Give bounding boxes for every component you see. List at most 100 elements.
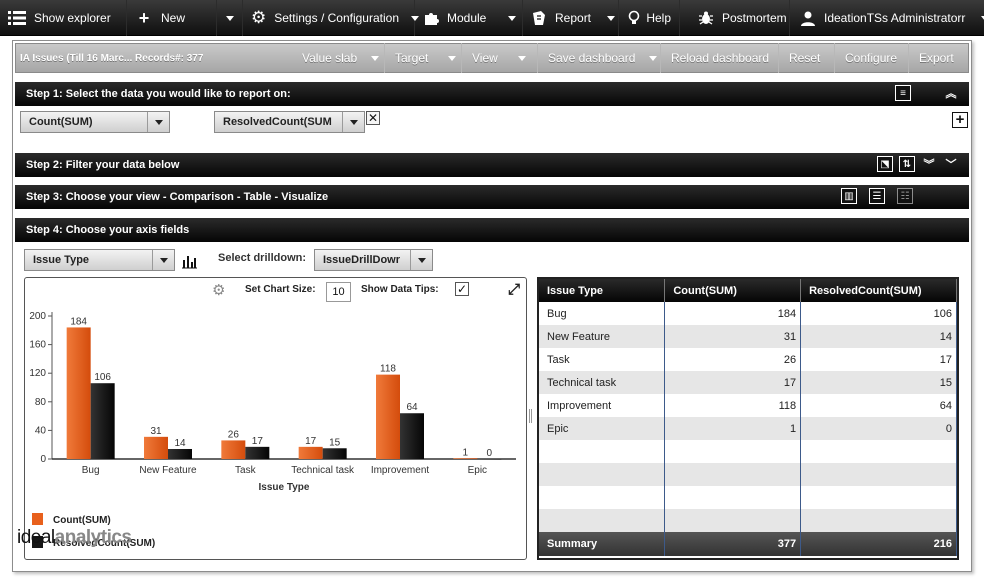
measure-select-count[interactable]: Count(SUM) bbox=[20, 111, 170, 133]
chevron-down-icon bbox=[649, 55, 658, 61]
table-row[interactable] bbox=[539, 486, 957, 509]
reset-button[interactable]: Reset bbox=[778, 43, 834, 73]
step1-bar[interactable]: Step 1: Select the data you would like t… bbox=[15, 82, 969, 106]
expand-down-icon[interactable]: ︾ bbox=[921, 156, 937, 172]
data-label: 0 bbox=[487, 448, 493, 459]
settings-menu[interactable]: ⚙ Settings / Configuration bbox=[243, 0, 419, 36]
value-slab-button[interactable]: Value slab bbox=[292, 43, 384, 73]
drilldown-select[interactable]: IssueDrillDowr bbox=[314, 249, 433, 271]
new-menu[interactable]: + New bbox=[127, 0, 217, 36]
step2-icons: ⬔ ⇅ ︾ ﹀ bbox=[877, 156, 959, 172]
axis-field-select[interactable]: Issue Type bbox=[24, 249, 175, 271]
table-row[interactable] bbox=[539, 509, 957, 532]
drilldown-value: IssueDrillDowr bbox=[323, 254, 401, 266]
step1-title: Step 1: Select the data you would like t… bbox=[26, 88, 291, 100]
chevron-down-icon bbox=[147, 112, 169, 132]
lightbulb-icon bbox=[627, 9, 640, 27]
y-tick-label: 200 bbox=[29, 311, 46, 322]
table-summary-row: Summary 377 216 bbox=[539, 532, 957, 556]
cell-resolved: 14 bbox=[800, 325, 957, 348]
remove-measure-icon[interactable]: ✕ bbox=[366, 111, 380, 125]
configure-button[interactable]: Configure bbox=[834, 43, 908, 73]
sort-icon[interactable]: ⇅ bbox=[899, 156, 915, 172]
table-header-count[interactable]: Count(SUM) bbox=[664, 279, 802, 302]
view-button[interactable]: View bbox=[461, 43, 537, 73]
table-row[interactable]: Task 26 17 bbox=[539, 348, 957, 371]
collapse-up-icon[interactable]: ︽ bbox=[943, 85, 959, 101]
module-menu[interactable]: Module bbox=[415, 0, 523, 36]
target-button[interactable]: Target bbox=[384, 43, 461, 73]
plus-icon: + bbox=[138, 7, 150, 28]
reload-dashboard-button[interactable]: Reload dashboard bbox=[660, 43, 778, 73]
panel-splitter[interactable] bbox=[529, 409, 532, 423]
x-tick-label: Bug bbox=[82, 465, 100, 476]
user-menu[interactable]: IdeationTSs Administratorr bbox=[790, 0, 984, 36]
table-row[interactable]: New Feature 31 14 bbox=[539, 325, 957, 348]
new-label: New bbox=[161, 11, 186, 25]
step4-title: Step 4: Choose your axis fields bbox=[26, 224, 190, 236]
help-label: Help bbox=[646, 11, 671, 25]
step4-bar[interactable]: Step 4: Choose your axis fields bbox=[15, 218, 969, 242]
value-slab-label: Value slab bbox=[302, 51, 358, 65]
table-row[interactable]: Technical task 17 15 bbox=[539, 371, 957, 394]
drilldown-label: Select drilldown: bbox=[218, 252, 307, 264]
view-label: View bbox=[472, 51, 498, 65]
cell-count: 1 bbox=[664, 417, 802, 440]
target-label: Target bbox=[395, 51, 429, 65]
bar-resolved bbox=[477, 459, 502, 460]
visualize-view-icon[interactable]: ☷ bbox=[897, 188, 913, 204]
table-view-icon[interactable]: ☰ bbox=[869, 188, 885, 204]
cell-count: 31 bbox=[664, 325, 802, 348]
export-button[interactable]: Export bbox=[908, 43, 968, 73]
top-navigation: Show explorer + New ⚙ Settings / Configu… bbox=[0, 0, 984, 36]
logo-ideal: ideal bbox=[17, 527, 55, 548]
table-row[interactable]: Bug 184 106 bbox=[539, 302, 957, 325]
bar-chart-icon[interactable] bbox=[181, 251, 197, 272]
y-tick-label: 80 bbox=[35, 397, 47, 408]
step3-bar[interactable]: Step 3: Choose your view - Comparison - … bbox=[15, 185, 969, 209]
data-label: 118 bbox=[380, 364, 396, 375]
table-row[interactable]: Improvement 118 64 bbox=[539, 394, 957, 417]
cell-resolved: 15 bbox=[800, 371, 957, 394]
report-menu[interactable]: Report bbox=[523, 0, 619, 36]
chart-view-icon[interactable]: ▥ bbox=[841, 188, 857, 204]
module-label: Module bbox=[447, 11, 487, 25]
step1-icons: ≡ ︽ bbox=[895, 85, 959, 101]
step2-bar[interactable]: Step 2: Filter your data below ⬔ ⇅ ︾ ﹀ bbox=[15, 153, 969, 177]
y-tick-label: 160 bbox=[29, 340, 46, 351]
filter-icon[interactable]: ⬔ bbox=[877, 156, 893, 172]
table-row[interactable] bbox=[539, 440, 957, 463]
bar-resolved bbox=[90, 383, 115, 459]
measure-select-resolved[interactable]: ResolvedCount(SUM bbox=[214, 111, 365, 133]
reset-label: Reset bbox=[789, 51, 821, 65]
cell-issue-type bbox=[539, 440, 666, 463]
table-body: Bug 184 106 New Feature 31 14 Task 26 17 Technica… bbox=[539, 302, 957, 556]
chevron-down-icon bbox=[508, 15, 517, 21]
help-button[interactable]: Help bbox=[619, 0, 680, 36]
cell-resolved bbox=[800, 486, 957, 509]
save-dashboard-button[interactable]: Save dashboard bbox=[537, 43, 660, 73]
step2-title: Step 2: Filter your data below bbox=[26, 159, 180, 171]
x-tick-label: Improvement bbox=[371, 465, 430, 476]
report-label: Report bbox=[555, 11, 592, 25]
dashboard-toolbar: IA Issues (Till 16 Marc... Records#: 377… bbox=[15, 43, 969, 73]
table-row[interactable]: Epic 1 0 bbox=[539, 417, 957, 440]
postmortem-button[interactable]: Postmortem bbox=[680, 0, 790, 36]
chevron-down-icon[interactable]: ﹀ bbox=[943, 156, 959, 172]
add-measure-plus-icon[interactable]: + bbox=[952, 112, 968, 128]
data-table-panel: Issue Type Count(SUM) ResolvedCount(SUM)… bbox=[537, 277, 959, 560]
cell-resolved bbox=[800, 509, 957, 532]
table-header-issue-type[interactable]: Issue Type bbox=[539, 279, 666, 302]
settings-label: Settings / Configuration bbox=[274, 11, 399, 25]
new-menu-caret[interactable] bbox=[217, 0, 243, 36]
data-label: 26 bbox=[228, 429, 240, 440]
step3-icons: ▥ ☰ ☷ bbox=[841, 188, 913, 204]
x-tick-label: Epic bbox=[468, 465, 487, 476]
add-measure-icon[interactable]: ≡ bbox=[895, 85, 911, 101]
cell-issue-type bbox=[539, 509, 666, 532]
table-row[interactable] bbox=[539, 463, 957, 486]
show-explorer-button[interactable]: Show explorer bbox=[0, 0, 127, 36]
table-header-resolved[interactable]: ResolvedCount(SUM) bbox=[800, 279, 957, 302]
chevron-down-icon bbox=[607, 15, 616, 21]
cell-issue-type: Task bbox=[539, 348, 666, 371]
